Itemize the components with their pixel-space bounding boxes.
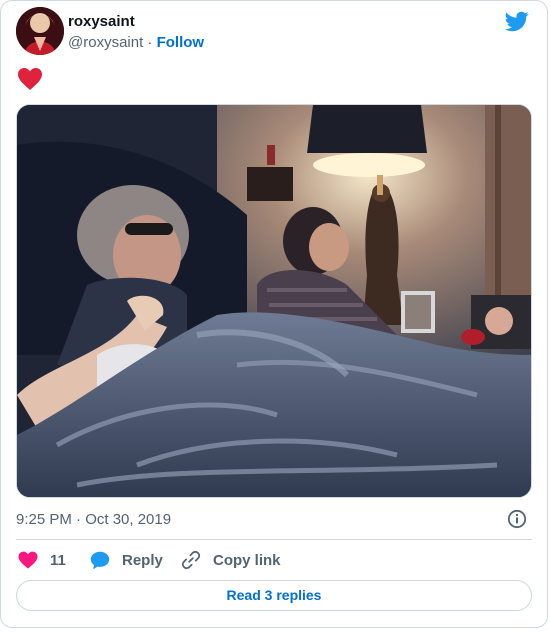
tweet-photo[interactable]	[16, 104, 532, 498]
tweet-card: roxysaint @roxysaint · Follow 9:25 PM · …	[0, 0, 548, 628]
copy-link-button[interactable]: Copy link	[181, 549, 281, 571]
like-count: 11	[50, 551, 66, 569]
divider	[16, 539, 532, 540]
copy-link-label: Copy link	[213, 551, 281, 569]
action-bar: 11 Reply Copy link	[16, 549, 536, 571]
avatar[interactable]	[16, 7, 64, 55]
handle-separator: ·	[143, 34, 157, 51]
reply-button[interactable]: Reply	[90, 549, 163, 571]
speech-bubble-icon	[90, 551, 110, 569]
reply-label: Reply	[122, 551, 163, 569]
author-handle-row: @roxysaint · Follow	[68, 34, 204, 51]
author-name[interactable]: roxysaint	[68, 13, 135, 30]
heart-icon	[18, 551, 38, 569]
heart-emoji-icon	[18, 68, 42, 90]
tweet-timestamp[interactable]: 9:25 PM · Oct 30, 2019	[16, 511, 171, 528]
link-icon	[181, 550, 201, 570]
photo-illustration	[17, 105, 531, 497]
twitter-bird-icon[interactable]	[505, 9, 529, 33]
author-handle[interactable]: @roxysaint	[68, 34, 143, 51]
like-button[interactable]: 11	[18, 549, 66, 571]
read-replies-button[interactable]: Read 3 replies	[16, 580, 532, 611]
follow-button[interactable]: Follow	[157, 34, 205, 51]
info-icon[interactable]	[507, 509, 527, 529]
